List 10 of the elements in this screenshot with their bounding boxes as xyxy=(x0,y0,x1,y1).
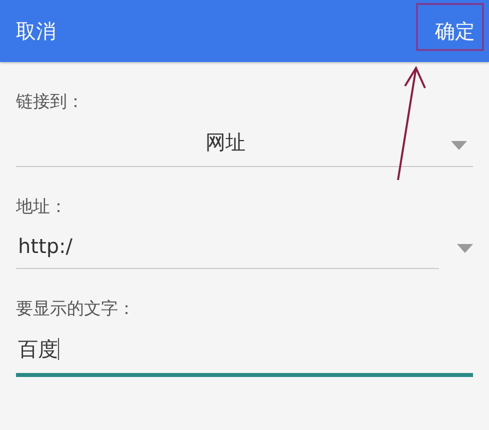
field-label: 链接到： xyxy=(16,91,85,113)
field-label: 地址： xyxy=(16,196,68,218)
field-label: 要显示的文字： xyxy=(16,298,136,320)
confirm-button[interactable]: 确定 xyxy=(427,10,483,52)
dropdown-arrow-icon[interactable] xyxy=(451,140,467,150)
cancel-button[interactable]: 取消 xyxy=(8,10,64,52)
url-field[interactable]: http:/ xyxy=(16,228,439,269)
text-field[interactable]: 百度 xyxy=(16,330,473,377)
dropdown-arrow-icon[interactable] xyxy=(457,244,473,253)
highlight-box xyxy=(416,3,484,51)
